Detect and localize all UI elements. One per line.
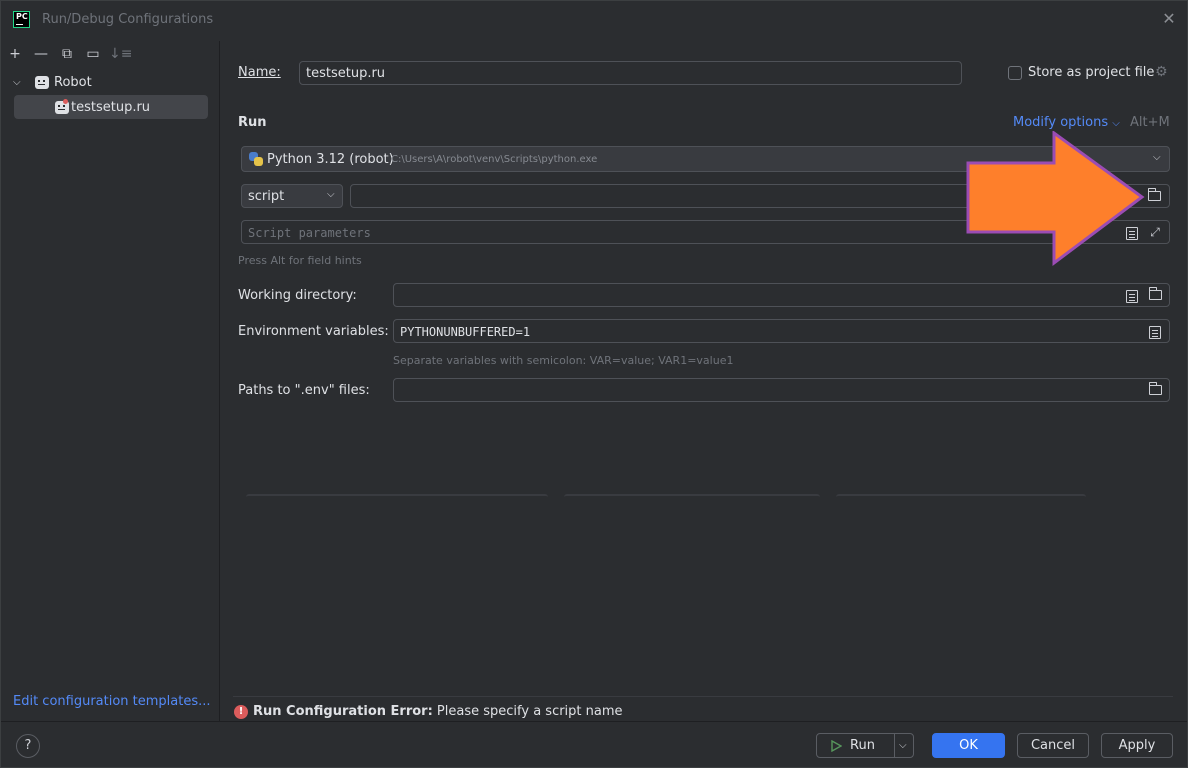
help-button[interactable]: ? [16, 734, 40, 758]
chevron-down-icon: ⌵ [1153, 152, 1161, 163]
python-icon [249, 152, 263, 166]
run-button[interactable]: Run ⌵ [816, 733, 914, 758]
chevron-down-icon[interactable]: ⌵ [899, 734, 907, 757]
environment-variables-label: Environment variables: [238, 324, 389, 339]
robot-icon [35, 75, 49, 89]
play-icon [831, 740, 842, 752]
robot-config-icon [55, 98, 69, 114]
collapsed-tab [246, 494, 548, 497]
environment-variables-hint: Separate variables with semicolon: VAR=v… [393, 354, 734, 367]
run-split-divider [894, 734, 895, 757]
cancel-button[interactable]: Cancel [1017, 733, 1089, 758]
configurations-toolbar: + — ⧉ ▭ ↓≡ [5, 45, 132, 65]
script-type-value: script [248, 189, 285, 204]
new-folder-icon[interactable]: ▭ [83, 45, 103, 63]
script-parameters-placeholder: Script parameters [248, 226, 371, 240]
gear-icon[interactable]: ⚙ [1155, 64, 1168, 80]
modify-options-link[interactable]: Modify options ⌵ [1013, 115, 1120, 130]
error-detail: Please specify a script name [436, 704, 623, 719]
error-title: Run Configuration Error: [253, 704, 433, 719]
name-label: Name: [238, 65, 281, 80]
browse-folder-icon[interactable] [1148, 188, 1161, 201]
environment-variables-field[interactable]: PYTHONUNBUFFERED=1 [393, 319, 1170, 343]
copy-icon[interactable]: ⧉ [57, 45, 77, 63]
store-as-project-label: Store as project file [1028, 65, 1155, 80]
working-directory-label: Working directory: [238, 288, 357, 303]
error-dot-icon [63, 98, 68, 104]
script-type-select[interactable]: script ⌵ [241, 184, 343, 208]
expand-icon[interactable]: ⤢ [1148, 225, 1162, 239]
annotation-arrow-icon [966, 131, 1145, 266]
dotenv-label: Paths to ".env" files: [238, 383, 370, 398]
ok-button[interactable]: OK [932, 733, 1005, 758]
chevron-down-icon[interactable]: ⌵ [13, 77, 27, 88]
sort-icon[interactable]: ↓≡ [109, 45, 132, 63]
error-icon: ! [234, 705, 248, 719]
pycharm-logo-icon: PC [13, 11, 30, 28]
add-icon[interactable]: + [5, 45, 25, 63]
title-bar: PC Run/Debug Configurations ✕ [1, 1, 1187, 41]
dialog-footer: ? Run ⌵ OK Cancel Apply [1, 721, 1187, 767]
window-title: Run/Debug Configurations [42, 12, 214, 27]
tree-group-robot[interactable]: ⌵ Robot [13, 71, 213, 93]
environment-variables-value: PYTHONUNBUFFERED=1 [400, 325, 531, 339]
store-as-project-checkbox[interactable] [1008, 66, 1022, 80]
remove-icon[interactable]: — [31, 45, 51, 63]
apply-button[interactable]: Apply [1101, 733, 1173, 758]
collapsed-tab [564, 494, 820, 497]
collapsed-tab [836, 494, 1086, 497]
interpreter-path: C:\Users\A\robot\venv\Scripts\python.exe [391, 154, 598, 165]
dotenv-field[interactable] [393, 378, 1170, 402]
edit-env-icon[interactable] [1149, 326, 1161, 339]
tree-group-label: Robot [54, 74, 92, 90]
name-value: testsetup.ru [306, 66, 386, 81]
run-heading: Run [238, 115, 267, 130]
chevron-down-icon: ⌵ [327, 189, 335, 200]
edit-templates-link[interactable]: Edit configuration templates... [13, 694, 211, 709]
tree-item-testsetup[interactable]: testsetup.ru [14, 95, 208, 119]
interpreter-name: Python 3.12 (robot) [267, 152, 394, 167]
name-field[interactable]: testsetup.ru [299, 61, 962, 85]
alt-hint: Press Alt for field hints [238, 254, 362, 267]
close-icon[interactable]: ✕ [1159, 9, 1179, 29]
modify-options-shortcut: Alt+M [1130, 115, 1170, 130]
macros-icon[interactable] [1126, 290, 1138, 303]
tree-item-label: testsetup.ru [71, 99, 151, 115]
run-debug-dialog: PC Run/Debug Configurations ✕ + — ⧉ ▭ ↓≡… [0, 0, 1188, 768]
run-button-label: Run [850, 738, 875, 753]
browse-folder-icon[interactable] [1149, 287, 1162, 300]
chevron-down-icon: ⌵ [1112, 118, 1120, 129]
working-directory-field[interactable] [393, 283, 1170, 307]
configurations-panel: + — ⧉ ▭ ↓≡ ⌵ Robot testsetup.ru Edit con… [1, 41, 220, 721]
error-divider [233, 696, 1173, 697]
browse-folder-icon[interactable] [1149, 382, 1162, 395]
error-message: Run Configuration Error: Please specify … [253, 704, 623, 719]
